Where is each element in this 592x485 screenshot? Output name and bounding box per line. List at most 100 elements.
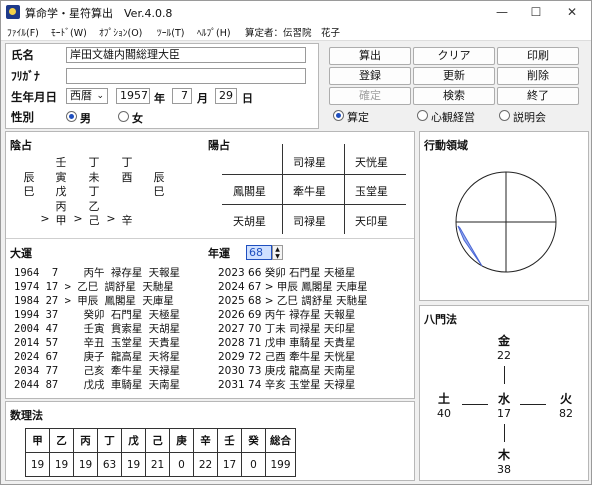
suri-value: 0 — [241, 452, 266, 477]
yosen-divider — [282, 144, 283, 234]
assessor-name: 算定者：伝習院 花子 — [245, 28, 341, 39]
hachimon-line — [504, 366, 505, 384]
gender-label: 性別 — [11, 110, 34, 124]
calc-button[interactable]: 算出 — [329, 47, 411, 65]
maximize-button[interactable]: ☐ — [521, 3, 551, 21]
nenun-spin-input[interactable]: 68 — [246, 245, 272, 260]
suri-header: 癸 — [241, 428, 266, 453]
inyo-cell: 巳 — [23, 185, 35, 198]
suri-value: 0 — [169, 452, 194, 477]
taiun-title: 大運 — [10, 247, 32, 260]
mode-calc-label: 算定 — [347, 111, 369, 124]
yosen-cell: 牽牛星 — [293, 185, 326, 198]
menu-bar: ﾌｧｲﾙ(F) ﾓｰﾄﾞ(W) ｵﾌﾟｼｮﾝ(O) ﾂｰﾙ(T) ﾍﾙﾌﾟ(H)… — [1, 23, 591, 41]
yosen-cell: 天胡星 — [233, 215, 266, 228]
hachimon-north: 金 22 — [492, 332, 516, 362]
hachimon-center-value: 17 — [497, 407, 511, 420]
menu-mode[interactable]: ﾓｰﾄﾞ(W) — [51, 25, 87, 39]
update-button[interactable]: 更新 — [413, 67, 495, 85]
suri-header: 丙 — [73, 428, 98, 453]
inyo-cell: 戊 — [55, 185, 67, 198]
name-label: 氏名 — [11, 48, 34, 62]
nenun-row: 2030 73 庚戌 龍高星 天南星 — [218, 365, 356, 377]
yosen-cell: 鳳閣星 — [233, 185, 266, 198]
menu-help[interactable]: ﾍﾙﾌﾟ(H) — [197, 25, 231, 39]
name-field[interactable]: 岸田文雄内閣総理大臣 — [66, 47, 306, 63]
print-button[interactable]: 印刷 — [497, 47, 579, 65]
mode-calc-radio[interactable] — [333, 110, 344, 121]
day-field[interactable]: 29 — [215, 88, 237, 104]
minimize-button[interactable]: — — [487, 3, 517, 21]
taiun-row: 2034 77 己亥 牽牛星 天禄星 — [14, 365, 181, 377]
era-select[interactable]: 西暦 ⌄ — [66, 88, 108, 104]
suri-header: 壬 — [217, 428, 242, 453]
taiun-row: 1974 17 > 乙巳 調舒星 天馳星 — [14, 281, 174, 293]
suri-table: 甲 乙 丙 丁 戊 己 庚 辛 壬 癸 総合 19 19 19 63 19 21… — [25, 428, 296, 477]
menu-file[interactable]: ﾌｧｲﾙ(F) — [7, 25, 39, 39]
day-unit: 日 — [242, 92, 253, 105]
nenun-row: 2031 74 辛亥 玉堂星 天禄星 — [218, 379, 356, 391]
app-icon — [6, 5, 20, 19]
section-divider — [6, 238, 414, 239]
nenun-row: 2029 72 己酉 牽牛星 天恍星 — [218, 351, 356, 363]
hachimon-west-label: 土 — [437, 392, 450, 406]
suri-header: 辛 — [193, 428, 218, 453]
gender-female-radio[interactable] — [118, 111, 129, 122]
confirm-button[interactable]: 確定 — [329, 87, 411, 105]
inyo-title: 陰占 — [10, 139, 32, 152]
nenun-row: 2028 71 戊申 車騎星 天貴星 — [218, 337, 356, 349]
exit-button[interactable]: 終了 — [497, 87, 579, 105]
yosen-divider — [344, 144, 345, 234]
gender-male-label: 男 — [80, 112, 91, 125]
clear-button[interactable]: クリア — [413, 47, 495, 65]
yosen-divider — [222, 174, 406, 175]
mode-briefing-radio[interactable] — [499, 110, 510, 121]
inyo-chain: > — [106, 212, 116, 225]
suri-header: 庚 — [169, 428, 194, 453]
search-button[interactable]: 検索 — [413, 87, 495, 105]
inyo-chain: 辛 — [121, 214, 133, 227]
hachimon-east-label: 火 — [559, 392, 572, 406]
taiun-row: 2014 57 辛丑 玉堂星 天貴星 — [14, 337, 181, 349]
inyo-cell: 丁 — [88, 185, 100, 198]
inyo-chain: 甲 — [55, 214, 67, 227]
hachimon-east-value: 82 — [559, 407, 573, 420]
taiun-row: 1984 27 > 甲辰 鳳閣星 天庫星 — [14, 295, 174, 307]
suri-header: 丁 — [97, 428, 122, 453]
nenun-row: 2025 68 > 乙巳 調舒星 天馳星 — [218, 295, 368, 307]
year-unit: 年 — [154, 92, 165, 105]
hachimon-south-label: 木 — [497, 448, 510, 462]
suri-header: 己 — [145, 428, 170, 453]
suri-value: 63 — [97, 452, 122, 477]
month-field[interactable]: 7 — [172, 88, 192, 104]
gender-male-radio[interactable] — [66, 111, 77, 122]
menu-options[interactable]: ｵﾌﾟｼｮﾝ(O) — [99, 25, 142, 39]
yosen-cell: 天恍星 — [355, 156, 388, 169]
yosen-divider — [222, 204, 406, 205]
menu-tools[interactable]: ﾂｰﾙ(T) — [157, 25, 184, 39]
hachimon-line — [520, 404, 546, 405]
inyo-chain: > — [40, 212, 50, 225]
action-area-chart — [455, 171, 557, 273]
year-field[interactable]: 1957 — [116, 88, 150, 104]
app-window: 算命学・星符算出 Ver.4.0.8 — ☐ ✕ ﾌｧｲﾙ(F) ﾓｰﾄﾞ(W)… — [0, 0, 592, 485]
taiun-row: 2024 67 庚子 龍高星 天将星 — [14, 351, 181, 363]
hachimon-center-label: 水 — [497, 392, 510, 406]
hachimon-north-value: 22 — [497, 349, 511, 362]
suri-value: 19 — [25, 452, 50, 477]
register-button[interactable]: 登録 — [329, 67, 411, 85]
profile-panel: 氏名 岸田文雄内閣総理大臣 ﾌﾘｶﾞﾅ 生年月日 西暦 ⌄ 1957 年 7 月… — [5, 43, 319, 129]
kana-field[interactable] — [66, 68, 306, 84]
hachimon-south: 木 38 — [492, 446, 516, 476]
close-button[interactable]: ✕ — [557, 3, 587, 21]
suri-header: 乙 — [49, 428, 74, 453]
hachimon-center: 水 17 — [492, 390, 516, 420]
hachimon-south-value: 38 — [497, 463, 511, 476]
suri-value: 19 — [73, 452, 98, 477]
inyo-cell: 丁 — [88, 156, 100, 169]
spin-arrows-icon[interactable]: ▲ ▼ — [272, 245, 283, 260]
yosen-cell: 天印星 — [355, 215, 388, 228]
suri-header: 戊 — [121, 428, 146, 453]
mode-kanri-radio[interactable] — [417, 110, 428, 121]
delete-button[interactable]: 削除 — [497, 67, 579, 85]
